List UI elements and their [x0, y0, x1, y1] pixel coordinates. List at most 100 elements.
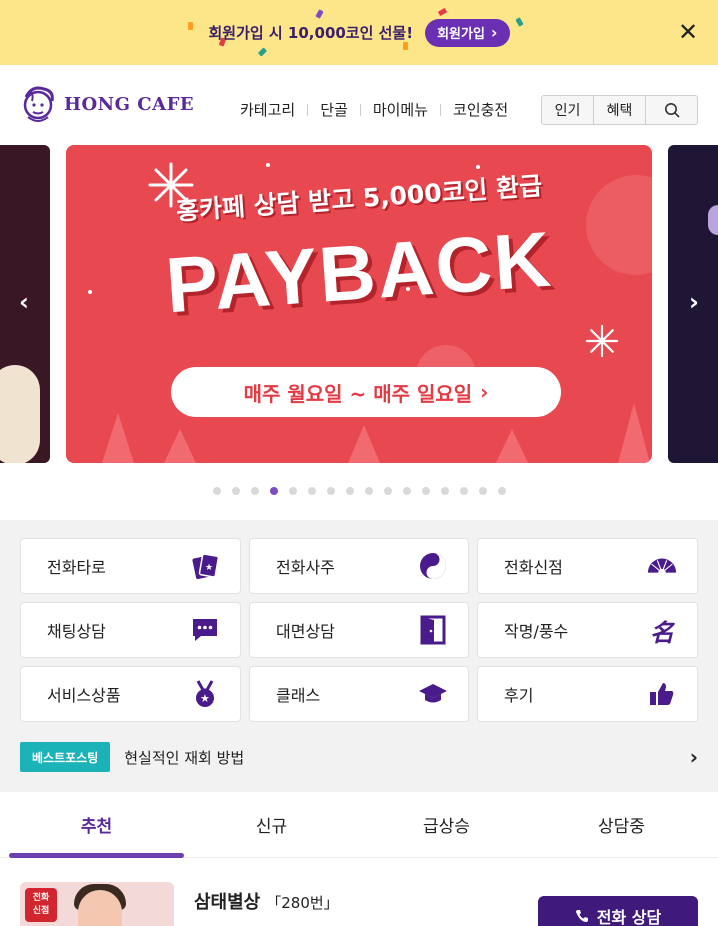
nav-divider: [307, 103, 309, 116]
benefits-button[interactable]: 혜택: [594, 96, 646, 124]
banner-period-pill[interactable]: 매주 월요일 ~ 매주 일요일 ›: [171, 367, 561, 417]
chevron-right-icon: ›: [480, 380, 489, 404]
pager-dot[interactable]: [383, 487, 392, 495]
chevron-right-icon[interactable]: ›: [684, 288, 704, 316]
popular-button[interactable]: 인기: [542, 96, 594, 124]
category-class[interactable]: 클래스: [249, 666, 469, 722]
search-button[interactable]: [646, 96, 697, 124]
snowflake-icon: [585, 324, 619, 358]
signup-button[interactable]: 회원가입 ›: [425, 18, 510, 47]
logo-text: HONG CAFE: [64, 93, 195, 115]
fan-icon: [647, 551, 677, 581]
list-tabs: 추천 신규 급상승 상담중: [0, 792, 718, 858]
tab-in-consultation[interactable]: 상담중: [534, 792, 709, 857]
best-posting-row[interactable]: 베스트포스팅 현실적인 재회 방법 ›: [20, 742, 710, 772]
category-label: 대면상담: [276, 622, 335, 641]
graduation-cap-icon: [418, 679, 448, 709]
pager-dot[interactable]: [250, 487, 259, 495]
pager-dot[interactable]: [421, 487, 430, 495]
search-icon: [664, 103, 680, 118]
tab-recommended[interactable]: 추천: [9, 792, 184, 858]
pager-dot[interactable]: [459, 487, 468, 495]
promo-bar: 회원가입 시 10,000코인 선물! 회원가입 › ✕: [0, 0, 718, 65]
close-icon[interactable]: ✕: [676, 20, 700, 44]
slide-figure: [0, 365, 40, 463]
medal-icon: ★: [190, 679, 220, 709]
pager-dot[interactable]: [497, 487, 506, 495]
category-phone-shinjeom[interactable]: 전화신점: [477, 538, 698, 594]
counselor-number: 「280번」: [266, 894, 339, 912]
phone-consult-button[interactable]: 전화 상담: [538, 896, 698, 926]
nav-item-coin-charge[interactable]: 코인충전: [453, 99, 508, 120]
badge-line: 전화: [32, 893, 50, 903]
thumbs-up-icon: [647, 679, 677, 709]
pager-dot[interactable]: [440, 487, 449, 495]
pager-dot[interactable]: [345, 487, 354, 495]
category-label: 클래스: [276, 686, 321, 705]
chevron-right-icon: ›: [490, 23, 498, 42]
category-grid: 전화타로 ★ 전화사주 전화신점 채팅상담 대면상담 작명/풍수 名 서비스상품…: [20, 538, 698, 722]
tree-icon: [618, 403, 650, 463]
banner-slide[interactable]: 홍카페 상담 받고 5,000코인 환급 PAYBACK 매주 월요일 ~ 매주…: [66, 145, 652, 463]
logo[interactable]: HONG CAFE: [18, 83, 194, 125]
nav-item-my-menu[interactable]: 마이메뉴: [373, 99, 428, 120]
tab-new[interactable]: 신규: [184, 792, 359, 857]
category-review[interactable]: 후기: [477, 666, 698, 722]
category-label: 채팅상담: [47, 622, 106, 641]
sparkle: [266, 163, 270, 167]
logo-mark-icon: [23, 86, 54, 122]
promo-text: 회원가입 시 10,000코인 선물!: [208, 24, 414, 42]
category-phone-saju[interactable]: 전화사주: [249, 538, 469, 594]
counselor-name-row: 삼태별상 「280번」: [194, 888, 339, 914]
nav-divider: [440, 103, 442, 116]
best-posting-title: 현실적인 재회 방법: [124, 748, 245, 767]
tree-icon: [496, 429, 528, 463]
phone-icon: [575, 910, 588, 922]
name-hanja-icon: 名: [650, 618, 674, 647]
pager-dot[interactable]: [307, 487, 316, 495]
category-label: 후기: [504, 686, 534, 705]
slide-figure: [708, 205, 718, 235]
door-icon: [418, 615, 448, 645]
svg-text:★: ★: [200, 692, 210, 705]
category-label: 전화사주: [276, 558, 335, 577]
category-phone-tarot[interactable]: 전화타로 ★: [20, 538, 241, 594]
nav-item-category[interactable]: 카테고리: [240, 99, 295, 120]
sparkle: [476, 165, 480, 169]
tree-icon: [102, 413, 134, 463]
category-badge: 전화 신점: [25, 888, 57, 922]
category-naming-fengshui[interactable]: 작명/풍수 名: [477, 602, 698, 658]
pager-dot[interactable]: [364, 487, 373, 495]
signup-button-label: 회원가입: [437, 27, 485, 42]
banner-period-text: 매주 월요일 ~ 매주 일요일: [243, 381, 473, 406]
badge-line: 신점: [32, 906, 50, 916]
counselor-list-item[interactable]: 전화 신점 삼태별상 「280번」 전화 상담: [0, 858, 718, 926]
pager-dot[interactable]: [402, 487, 411, 495]
tarot-cards-icon: ★: [190, 551, 220, 581]
tree-icon: [348, 425, 380, 463]
pager-dot[interactable]: [231, 487, 240, 495]
chevron-left-icon[interactable]: ‹: [14, 288, 34, 316]
main-nav: 카테고리 단골 마이메뉴 코인충전: [240, 99, 508, 120]
category-section: 전화타로 ★ 전화사주 전화신점 채팅상담 대면상담 작명/풍수 名 서비스상품…: [0, 520, 718, 792]
pager-dot[interactable]: [269, 487, 278, 495]
chevron-right-icon: ›: [689, 745, 698, 769]
category-label: 전화신점: [504, 558, 563, 577]
pager-dot[interactable]: [212, 487, 221, 495]
tab-rising[interactable]: 급상승: [359, 792, 534, 857]
chat-bubble-icon: [190, 615, 220, 645]
category-label: 전화타로: [47, 558, 106, 577]
banner-carousel: 홍카페 상담 받고 5,000코인 환급 PAYBACK 매주 월요일 ~ 매주…: [0, 145, 718, 465]
header: HONG CAFE 카테고리 단골 마이메뉴 코인충전 인기 혜택: [0, 65, 718, 145]
category-chat[interactable]: 채팅상담: [20, 602, 241, 658]
carousel-pager: [0, 487, 718, 497]
photo-face: [78, 890, 122, 926]
nav-item-favorite[interactable]: 단골: [320, 99, 348, 120]
category-service-product[interactable]: 서비스상품 ★: [20, 666, 241, 722]
best-posting-badge: 베스트포스팅: [20, 742, 111, 772]
pager-dot[interactable]: [326, 487, 335, 495]
pager-dot[interactable]: [288, 487, 297, 495]
category-in-person[interactable]: 대면상담: [249, 602, 469, 658]
counselor-name: 삼태별상: [194, 892, 261, 913]
pager-dot[interactable]: [478, 487, 487, 495]
